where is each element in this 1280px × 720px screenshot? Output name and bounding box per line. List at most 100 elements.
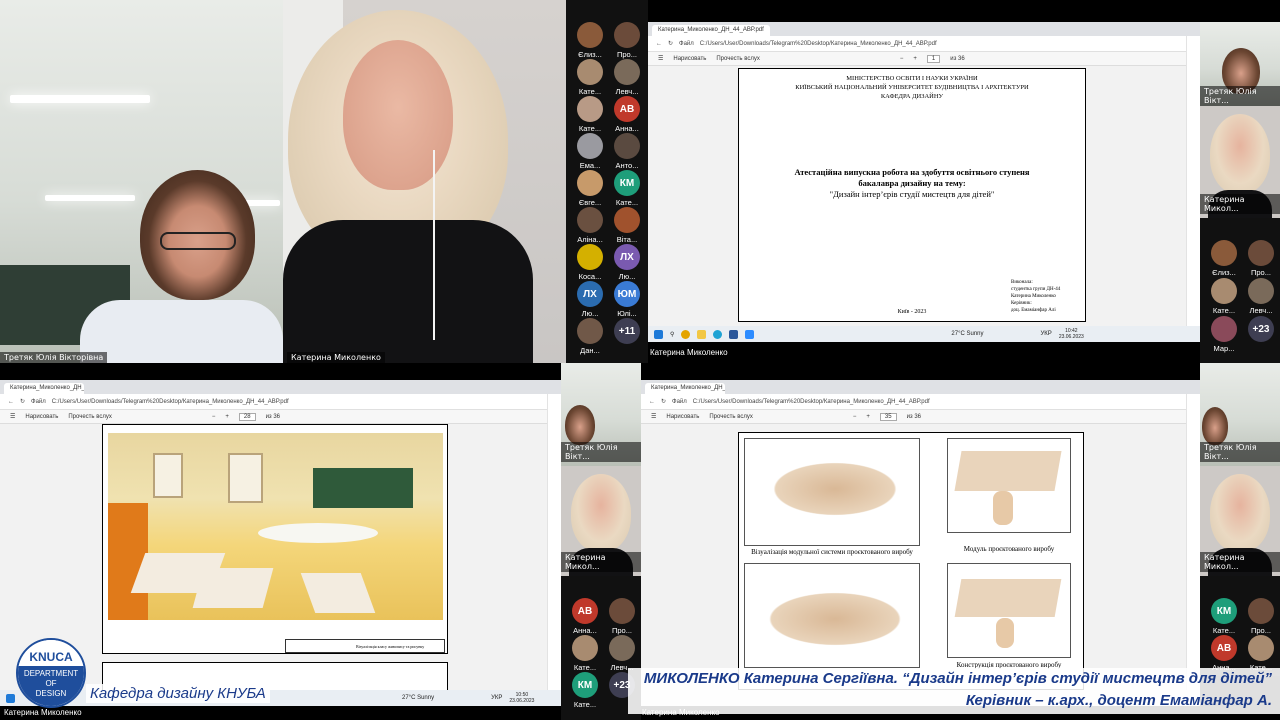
zoom-in-icon[interactable]: + (866, 414, 870, 420)
reload-icon[interactable]: ↻ (20, 398, 25, 405)
participant-thumb[interactable]: АВАнна... (607, 96, 647, 133)
participant-thumb[interactable]: Віта... (607, 207, 647, 244)
word-icon[interactable] (729, 329, 739, 339)
page-count: из 36 (265, 413, 281, 420)
participant-name: Юлі... (617, 309, 637, 318)
camera-tile-mykolenko[interactable]: Катерина Миколенко (283, 0, 566, 363)
draw-button[interactable]: Нарисовать (25, 414, 58, 420)
reload-icon[interactable]: ↻ (661, 398, 666, 405)
read-aloud-button[interactable]: Прочесть вслух (716, 56, 759, 62)
participant-thumb[interactable]: Єлиз... (570, 22, 610, 59)
participant-thumb[interactable]: Про... (602, 598, 642, 635)
participant-thumb[interactable]: Аліна... (570, 207, 610, 244)
participant-thumb[interactable]: Мар... (1204, 316, 1244, 353)
participant-thumb[interactable]: Коса... (570, 244, 610, 281)
zoom-out-icon[interactable]: − (900, 56, 904, 62)
menu-icon[interactable]: ☰ (10, 413, 15, 420)
address-bar[interactable]: ← ↻ Файл C:/Users/User/Downloads/Telegra… (0, 394, 561, 410)
menu-icon[interactable]: ☰ (658, 55, 663, 62)
participant-thumb[interactable]: АВАнна... (565, 598, 605, 635)
shared-screen-bottom-right[interactable]: Катерина_Миколенко_ДН_44_АВР.pdf ← ↻ Фай… (641, 380, 1200, 706)
camera-tile-mykolenko-br[interactable]: Катерина Микол... (1200, 466, 1280, 576)
participant-video (1210, 474, 1270, 552)
participant-thumb[interactable]: КМ Кате... (565, 672, 605, 709)
participant-name: Про... (1251, 626, 1271, 635)
zoom-out-icon[interactable]: − (853, 414, 857, 420)
participant-thumb[interactable]: Євге... (570, 170, 610, 207)
address-bar[interactable]: ← ↻ Файл C:/Users/User/Downloads/Telegra… (648, 36, 1200, 52)
language-indicator[interactable]: УКР (491, 695, 502, 701)
participant-avatar: ЮМ (614, 281, 640, 307)
thesis-title-banner: МИКОЛЕНКО Катерина Сергіївна. “Дизайн ін… (628, 668, 1280, 714)
folder-icon[interactable] (697, 329, 707, 339)
participant-thumb[interactable]: Про... (607, 22, 647, 59)
url-text[interactable]: C:/Users/User/Downloads/Telegram%20Deskt… (693, 399, 930, 405)
zoom-in-icon[interactable]: + (913, 56, 917, 62)
browser-tab[interactable]: Катерина_Миколенко_ДН_44_АВР.pdf (652, 25, 770, 36)
shared-screen-top[interactable]: Катерина_Миколенко_ДН_44_АВР.pdf ← ↻ Фай… (648, 22, 1200, 342)
browser-tab-bar: Катерина_Миколенко_ДН_44_АВР.pdf (648, 22, 1200, 36)
participant-thumb[interactable]: Кате... (570, 96, 610, 133)
participant-thumb[interactable]: ЛХ Лю... (607, 244, 647, 281)
participant-thumb[interactable]: Кате... (1204, 278, 1244, 315)
participant-thumb[interactable]: Єлиз... (1204, 240, 1244, 277)
back-icon[interactable]: ← (649, 399, 655, 405)
windows-start-icon[interactable] (654, 329, 663, 339)
more-participants-button[interactable]: +23 (1241, 316, 1280, 342)
participant-thumb[interactable]: КМ Кате... (607, 170, 647, 207)
participant-avatar (614, 133, 640, 159)
participant-thumb[interactable]: Левч... (602, 635, 642, 672)
work-line-1: Атестаційна випускна робота на здобуття … (794, 167, 1030, 177)
participant-thumb[interactable]: Про... (1241, 240, 1280, 277)
search-icon[interactable]: ⚲ (670, 331, 674, 338)
page-number-input[interactable]: 28 (238, 412, 256, 421)
windows-start-icon[interactable] (6, 693, 15, 703)
participant-thumb[interactable]: Кате... (565, 635, 605, 672)
read-aloud-button[interactable]: Прочесть вслух (709, 414, 752, 420)
participant-thumb[interactable]: ЛХ Лю... (570, 281, 610, 318)
chrome-icon[interactable] (681, 329, 691, 339)
draw-button[interactable]: Нарисовать (673, 56, 706, 62)
draw-button[interactable]: Нарисовать (666, 414, 699, 420)
shared-screen-bottom-left[interactable]: Катерина_Миколенко_ДН_44_АВР.pdf ← ↻ Фай… (0, 380, 561, 706)
read-aloud-button[interactable]: Прочесть вслух (68, 414, 111, 420)
participant-thumb[interactable]: Левч... (1241, 278, 1280, 315)
url-text[interactable]: C:/Users/User/Downloads/Telegram%20Deskt… (700, 41, 937, 47)
address-bar[interactable]: ← ↻ Файл C:/Users/User/Downloads/Telegra… (641, 394, 1200, 410)
menu-icon[interactable]: ☰ (651, 413, 656, 420)
back-icon[interactable]: ← (8, 399, 14, 405)
camera-tile-tretiak-mid[interactable]: Третяк Юлія Вікт... (561, 363, 641, 466)
construction-render (954, 579, 1062, 617)
participant-thumb[interactable]: КМ Кате... (1204, 598, 1244, 635)
browser-tab[interactable]: Катерина_Миколенко_ДН_44_АВР.pdf (645, 383, 725, 394)
participant-thumb[interactable]: Кате... (1241, 635, 1280, 672)
zoom-out-icon[interactable]: − (212, 414, 216, 420)
camera-tile-tretiak[interactable]: Третяк Юлія Вікторівна (0, 0, 283, 363)
page-number-input[interactable]: 35 (879, 412, 897, 421)
participant-thumb[interactable]: Анто... (607, 133, 647, 170)
page-number-input[interactable]: 1 (926, 54, 941, 63)
participant-thumb[interactable]: Ема... (570, 133, 610, 170)
participant-name: Кате... (578, 87, 602, 96)
participant-thumb[interactable]: Левч... (607, 59, 647, 96)
participant-thumb[interactable]: ЮМ Юлі... (607, 281, 647, 318)
participant-thumb[interactable]: Про... (1241, 598, 1280, 635)
back-icon[interactable]: ← (656, 41, 662, 47)
browser-tab[interactable]: Катерина_Миколенко_ДН_44_АВР.pdf (4, 383, 84, 394)
reload-icon[interactable]: ↻ (668, 40, 673, 47)
edge-icon[interactable] (713, 329, 723, 339)
zoom-in-icon[interactable]: + (225, 414, 229, 420)
more-participants-button[interactable]: +11 (607, 318, 647, 344)
participant-avatar: АВ (614, 96, 640, 122)
zoom-icon[interactable] (745, 329, 755, 339)
participant-thumb[interactable]: АВАнна... (1204, 635, 1244, 672)
camera-tile-tretiak-small[interactable]: Третяк Юлія Вікт... (1200, 22, 1280, 106)
participant-thumb[interactable]: Кате... (570, 59, 610, 96)
url-text[interactable]: C:/Users/User/Downloads/Telegram%20Deskt… (52, 399, 289, 405)
camera-tile-mykolenko-small[interactable]: Катерина Микол... (1200, 106, 1280, 218)
language-indicator[interactable]: УКР (1041, 331, 1052, 337)
participant-thumb[interactable]: Дан... (570, 318, 610, 355)
ceiling-lamp (45, 195, 135, 201)
camera-tile-mykolenko-mid[interactable]: Катерина Микол... (561, 466, 641, 576)
camera-tile-tretiak-br[interactable]: Третяк Юлія Вікт... (1200, 363, 1280, 466)
